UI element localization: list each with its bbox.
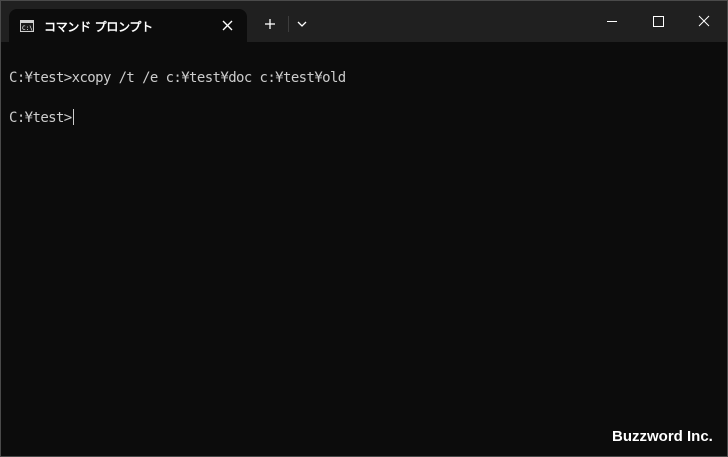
terminal-output[interactable]: C:¥test>xcopy /t /e c:¥test¥doc c:¥test¥… [1, 42, 727, 456]
terminal-line: C:¥test>xcopy /t /e c:¥test¥doc c:¥test¥… [9, 70, 346, 86]
text-cursor [72, 109, 74, 125]
cmd-icon: C:\ [20, 19, 34, 32]
maximize-icon[interactable] [635, 1, 681, 42]
tab-divider [288, 16, 289, 32]
minimize-icon[interactable] [589, 1, 635, 42]
tab-command-prompt[interactable]: C:\ コマンド プロンプト [9, 9, 247, 42]
terminal-prompt-line: C:¥test> [9, 109, 74, 126]
close-icon[interactable] [681, 1, 727, 42]
terminal-prompt: C:¥test> [9, 110, 72, 126]
plus-icon[interactable] [259, 13, 281, 35]
svg-text:C:\: C:\ [22, 25, 33, 32]
terminal-window: C:\ コマンド プロンプト C:¥test>xcopy /t /e c:¥te… [0, 0, 728, 457]
tab-close-icon[interactable] [215, 15, 239, 37]
watermark: Buzzword Inc. [612, 428, 713, 445]
chevron-down-icon[interactable] [291, 13, 313, 35]
title-bar: C:\ コマンド プロンプト [1, 1, 727, 42]
tab-title: コマンド プロンプト [44, 20, 153, 34]
